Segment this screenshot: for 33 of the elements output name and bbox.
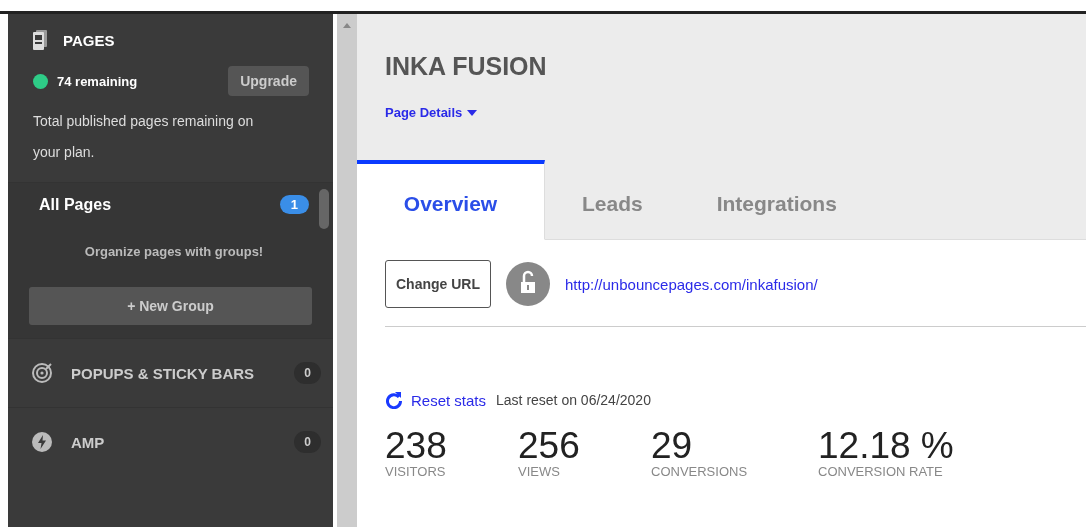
tab[interactable]: Overview bbox=[357, 160, 545, 240]
last-reset-date: Last reset on 06/24/2020 bbox=[496, 392, 651, 408]
pages-icon bbox=[33, 30, 47, 50]
plan-note: Total published pages remaining on your plan. bbox=[33, 112, 255, 162]
scrollbar-thumb[interactable] bbox=[319, 189, 329, 229]
count-badge: 1 bbox=[279, 195, 309, 214]
stat-value: 238 bbox=[385, 427, 448, 464]
target-icon bbox=[31, 362, 53, 384]
remaining-count: 74 remaining bbox=[57, 73, 138, 89]
reset-stats-link[interactable]: Reset stats bbox=[411, 391, 487, 409]
page-title: INKA FUSION bbox=[385, 52, 548, 81]
stat-label: VISITORS bbox=[385, 464, 447, 479]
lightning-icon bbox=[31, 431, 53, 453]
stat-label: VIEWS bbox=[518, 464, 561, 479]
stat-value: 12.18 % bbox=[818, 427, 951, 464]
scroll-up-icon[interactable] bbox=[343, 22, 351, 28]
count-badge: 0 bbox=[294, 362, 321, 384]
caret-icon bbox=[467, 109, 478, 116]
stat-label: CONVERSION RATE bbox=[818, 464, 944, 479]
upgrade-button[interactable]: Upgrade bbox=[228, 66, 309, 96]
status-dot bbox=[33, 73, 48, 89]
all-pages-item[interactable]: All Pages bbox=[39, 195, 112, 214]
groups-hint: Organize pages with groups! bbox=[83, 244, 265, 259]
page-details-link[interactable]: Page Details bbox=[385, 105, 478, 120]
refresh-icon[interactable] bbox=[385, 391, 403, 409]
stat-value: 29 bbox=[651, 427, 694, 464]
stat-value: 256 bbox=[518, 427, 581, 464]
count-badge: 0 bbox=[294, 431, 321, 453]
change-url-button[interactable]: Change URL bbox=[385, 260, 491, 308]
page-url-link[interactable]: http://unbouncepages.com/inkafusion/ bbox=[565, 275, 818, 293]
stat-label: CONVERSIONS bbox=[651, 464, 749, 479]
new-group-button[interactable]: + New Group bbox=[29, 287, 312, 325]
section-title: PAGES bbox=[63, 31, 115, 49]
